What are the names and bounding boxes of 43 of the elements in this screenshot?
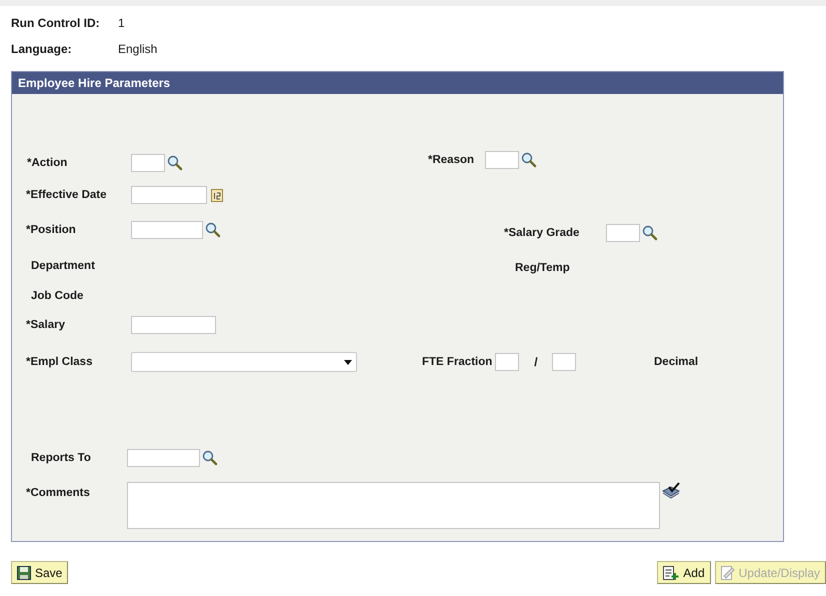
date-field[interactable] [131,186,207,204]
field-label: *Salary Grade [504,226,580,238]
field-label: FTE Fraction [422,356,494,368]
text-field[interactable] [131,316,216,334]
fraction-separator: / [534,355,538,369]
spell-check-icon[interactable] [662,482,681,499]
field-label: *Effective Date [26,189,108,201]
field-label: *Action [27,156,68,168]
lookup-field[interactable] [131,221,203,239]
field-label: Language: [11,42,73,56]
field-label: Job Code [31,290,84,302]
panel-title: Employee Hire Parameters [12,72,783,94]
calendar-icon[interactable] [211,188,223,202]
dropdown-field[interactable] [131,352,357,372]
search-icon[interactable] [521,152,537,168]
lookup-field[interactable] [127,449,200,467]
field-value: 1 [118,16,125,30]
denominator-field[interactable] [552,353,576,371]
field-value: English [118,42,158,56]
lookup-field[interactable] [131,154,165,172]
field-label: Run Control ID: [11,16,101,30]
field-label: Reg/Temp [515,262,571,274]
field-label: *Reason [428,154,476,166]
add-button[interactable]: Add [657,561,711,584]
lookup-field[interactable] [606,224,640,242]
caret-icon [344,360,352,364]
add-document-icon [663,566,680,580]
search-icon[interactable] [167,154,183,170]
comments-field[interactable] [127,482,660,529]
save-button[interactable]: Save [11,561,68,584]
field-label: Decimal [654,356,700,368]
search-icon[interactable] [202,450,218,466]
document-icon [720,566,735,580]
field-label: *Empl Class [26,356,94,368]
field-label: *Position [26,224,77,236]
field-label: Department [31,260,96,272]
lookup-field[interactable] [485,151,519,169]
search-icon[interactable] [205,222,221,238]
search-icon[interactable] [642,224,658,240]
field-label: *Comments [26,486,91,499]
field-label: *Salary [26,319,66,331]
field-label: Reports To [31,452,92,464]
numerator-field[interactable] [495,353,520,371]
